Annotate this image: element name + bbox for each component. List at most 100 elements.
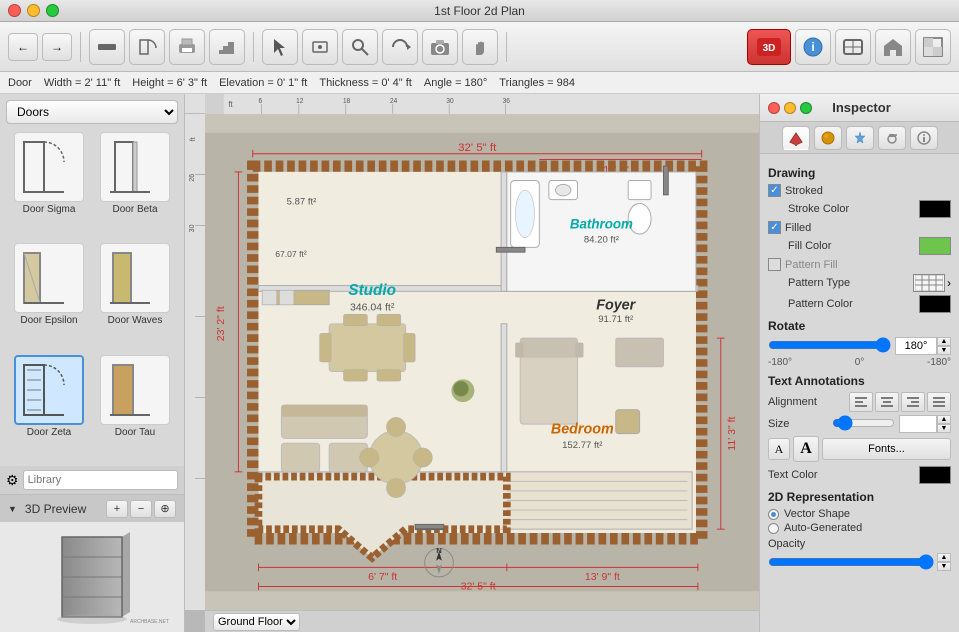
size-increment-button[interactable]: ▲ bbox=[937, 415, 951, 424]
font-large-button[interactable]: A bbox=[793, 436, 819, 462]
fill-color-row: Fill Color bbox=[768, 237, 951, 255]
inspector-tab-light[interactable] bbox=[846, 126, 874, 150]
svg-text:Bedroom: Bedroom bbox=[551, 422, 614, 438]
svg-text:6: 6 bbox=[259, 97, 263, 104]
stroke-color-row: Stroke Color bbox=[768, 200, 951, 218]
size-input[interactable]: 14 bbox=[899, 415, 937, 433]
rotate-labels: -180° 0° -180° bbox=[768, 357, 951, 368]
item-door-epsilon[interactable]: Door Epsilon bbox=[8, 243, 90, 350]
svg-text:32' 5" ft: 32' 5" ft bbox=[461, 580, 496, 592]
rotate-increment-button[interactable]: ▲ bbox=[937, 337, 951, 346]
maximize-button[interactable] bbox=[46, 4, 59, 17]
move-tool-button[interactable] bbox=[302, 29, 338, 65]
rotate3d-tool-button[interactable] bbox=[382, 29, 418, 65]
preview-title: 3D Preview bbox=[25, 502, 86, 516]
align-right-button[interactable] bbox=[901, 392, 925, 412]
inspector-close-button[interactable] bbox=[768, 102, 780, 114]
item-door-tau[interactable]: Door Tau bbox=[94, 355, 176, 462]
door-tool-button[interactable] bbox=[129, 29, 165, 65]
3d-view-button[interactable]: 3D bbox=[747, 29, 791, 65]
fonts-picker-button[interactable]: Fonts... bbox=[822, 438, 951, 460]
pattern-color-swatch[interactable] bbox=[919, 295, 951, 313]
house-view-button[interactable] bbox=[875, 29, 911, 65]
info-elevation: Elevation = 0' 1" ft bbox=[219, 77, 307, 89]
font-buttons: A A Fonts... bbox=[768, 436, 951, 462]
pointer-tool-button[interactable] bbox=[262, 29, 298, 65]
camera-tool-button[interactable] bbox=[422, 29, 458, 65]
size-slider[interactable] bbox=[832, 416, 896, 430]
back-button[interactable]: ← bbox=[8, 33, 38, 61]
inspector-tab-material[interactable] bbox=[814, 126, 842, 150]
settings-icon[interactable]: ⚙ bbox=[6, 472, 19, 489]
opacity-increment-button[interactable]: ▲ bbox=[937, 553, 951, 562]
floor-select[interactable]: Ground Floor bbox=[213, 613, 300, 631]
svg-text:24: 24 bbox=[390, 97, 398, 104]
align-center-button[interactable] bbox=[875, 392, 899, 412]
info-angle: Angle = 180° bbox=[424, 77, 487, 89]
vector-shape-label: Vector Shape bbox=[784, 508, 850, 520]
vector-shape-radio[interactable] bbox=[768, 509, 779, 520]
stroked-checkbox[interactable]: ✓ bbox=[768, 184, 781, 197]
canvas-area[interactable]: ft 6 12 18 24 30 36 ft 26 bbox=[185, 94, 759, 632]
svg-text:Foyer: Foyer bbox=[596, 297, 636, 313]
align-left-button[interactable] bbox=[849, 392, 873, 412]
floorplan-view-button[interactable] bbox=[915, 29, 951, 65]
filled-checkbox[interactable]: ✓ bbox=[768, 221, 781, 234]
rotate-degree-input[interactable] bbox=[895, 337, 937, 355]
inspector-tab-camera[interactable] bbox=[878, 126, 906, 150]
svg-text:26: 26 bbox=[189, 174, 196, 182]
zoom-out-preview-button[interactable]: − bbox=[130, 500, 152, 518]
floor-plan-svg: 32' 5" ft 11' 2" ft bbox=[205, 114, 759, 610]
pattern-fill-row: Pattern Fill bbox=[768, 258, 951, 271]
inspector-tab-info[interactable] bbox=[910, 126, 938, 150]
auto-generated-radio[interactable] bbox=[768, 523, 779, 534]
category-select[interactable]: Doors bbox=[6, 100, 178, 124]
align-justify-button[interactable] bbox=[927, 392, 951, 412]
fill-color-swatch[interactable] bbox=[919, 237, 951, 255]
svg-text:346.04 ft²: 346.04 ft² bbox=[350, 301, 395, 313]
info-button[interactable]: i bbox=[795, 29, 831, 65]
window-view-button[interactable] bbox=[835, 29, 871, 65]
rotate-decrement-button[interactable]: ▼ bbox=[937, 346, 951, 355]
item-door-beta[interactable]: Door Beta bbox=[94, 132, 176, 239]
vector-shape-row: Vector Shape bbox=[768, 508, 951, 520]
wall-tool-button[interactable] bbox=[89, 29, 125, 65]
font-small-button[interactable]: A bbox=[768, 438, 790, 460]
size-decrement-button[interactable]: ▼ bbox=[937, 424, 951, 433]
item-door-zeta[interactable]: Door Zeta bbox=[8, 355, 90, 462]
stairs-tool-button[interactable] bbox=[209, 29, 245, 65]
library-toolbar: ⚙ bbox=[0, 466, 184, 494]
zoom-in-preview-button[interactable]: + bbox=[106, 500, 128, 518]
rotate-max-label: -180° bbox=[927, 357, 951, 368]
inspector-max-button[interactable] bbox=[800, 102, 812, 114]
hand-tool-button[interactable] bbox=[462, 29, 498, 65]
inspector-min-button[interactable] bbox=[784, 102, 796, 114]
item-door-sigma[interactable]: Door Sigma bbox=[8, 132, 90, 239]
zoom-tool-button[interactable] bbox=[342, 29, 378, 65]
category-dropdown[interactable]: Doors bbox=[6, 100, 178, 124]
preview-toggle-icon[interactable]: ▼ bbox=[8, 504, 17, 514]
text-color-swatch[interactable] bbox=[919, 466, 951, 484]
print-button[interactable] bbox=[169, 29, 205, 65]
stroke-color-swatch[interactable] bbox=[919, 200, 951, 218]
svg-text:84.20 ft²: 84.20 ft² bbox=[584, 235, 619, 246]
inspector-tab-paint[interactable] bbox=[782, 126, 810, 150]
reset-preview-button[interactable]: ⊕ bbox=[154, 500, 176, 518]
close-button[interactable] bbox=[8, 4, 21, 17]
pattern-type-chevron-icon[interactable]: › bbox=[947, 276, 951, 290]
auto-generated-label: Auto-Generated bbox=[784, 522, 862, 534]
item-door-waves[interactable]: Door Waves bbox=[94, 243, 176, 350]
minimize-button[interactable] bbox=[27, 4, 40, 17]
pattern-color-label: Pattern Color bbox=[768, 298, 919, 310]
pattern-type-selector[interactable] bbox=[913, 274, 945, 292]
forward-button[interactable]: → bbox=[42, 33, 72, 61]
pattern-fill-checkbox[interactable] bbox=[768, 258, 781, 271]
floor-plan[interactable]: 32' 5" ft 11' 2" ft bbox=[205, 114, 759, 610]
alignment-label: Alignment bbox=[768, 396, 849, 408]
stroke-color-label: Stroke Color bbox=[768, 203, 919, 215]
rotate-slider[interactable] bbox=[768, 338, 891, 352]
opacity-decrement-button[interactable]: ▼ bbox=[937, 562, 951, 571]
opacity-slider[interactable] bbox=[768, 555, 934, 569]
toolbar-separator-3 bbox=[506, 32, 507, 62]
library-search-input[interactable] bbox=[23, 470, 178, 490]
